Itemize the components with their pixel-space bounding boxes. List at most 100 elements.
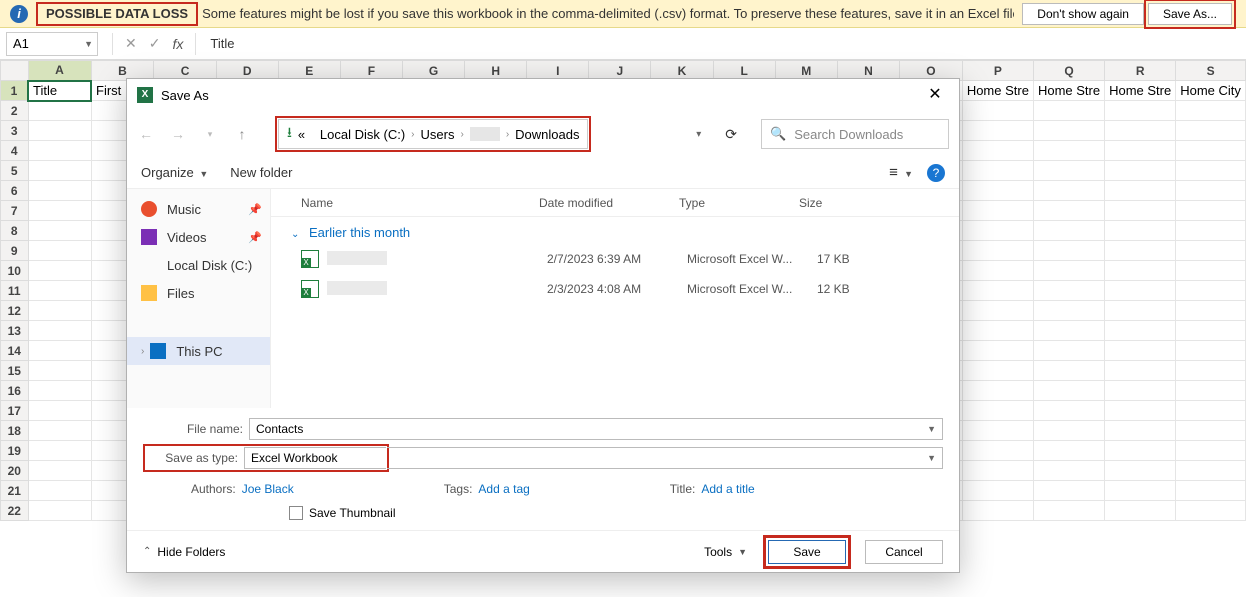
cell[interactable] [1176,321,1246,341]
column-header[interactable]: A [28,61,91,81]
cell[interactable] [1033,341,1104,361]
chevron-down-icon[interactable]: ▼ [84,39,93,49]
cell[interactable] [1176,201,1246,221]
cell[interactable] [962,381,1033,401]
row-header[interactable]: 12 [1,301,29,321]
check-icon[interactable]: ✓ [149,35,161,52]
cell[interactable] [1176,481,1246,501]
row-header[interactable]: 10 [1,261,29,281]
row-header[interactable]: 22 [1,501,29,521]
name-box[interactable]: A1 ▼ [6,32,98,56]
row-header[interactable]: 21 [1,481,29,501]
cell[interactable] [962,201,1033,221]
tools-menu[interactable]: Tools [704,545,732,559]
row-header[interactable]: 14 [1,341,29,361]
cell[interactable] [1105,401,1176,421]
cell[interactable] [1105,461,1176,481]
cell[interactable] [962,361,1033,381]
cell[interactable] [1033,181,1104,201]
cell[interactable]: Home Stre [1033,81,1104,101]
row-header[interactable]: 16 [1,381,29,401]
cell[interactable] [28,501,91,521]
tags-value[interactable]: Add a tag [478,482,529,496]
column-date[interactable]: Date modified [539,196,679,210]
cell[interactable] [962,421,1033,441]
breadcrumb[interactable]: ⭳ « Local Disk (C:) › Users › › Download… [278,119,588,149]
new-folder-button[interactable]: New folder [230,165,292,180]
cell[interactable] [1033,321,1104,341]
cell[interactable] [1033,441,1104,461]
cell[interactable] [28,361,91,381]
chevron-down-icon[interactable]: ▾ [201,129,219,140]
cell[interactable] [28,201,91,221]
cell[interactable] [962,221,1033,241]
cell[interactable] [28,341,91,361]
cell[interactable] [1105,141,1176,161]
cell[interactable] [1176,301,1246,321]
row-header[interactable]: 19 [1,441,29,461]
row-header[interactable]: 3 [1,121,29,141]
sidebar-item[interactable]: Files [127,279,270,307]
column-header[interactable]: S [1176,61,1246,81]
cell[interactable] [28,481,91,501]
search-input[interactable]: 🔍 Search Downloads [761,119,949,149]
view-mode-button[interactable]: ≡ ▼ [889,164,913,181]
row-header[interactable]: 17 [1,401,29,421]
cell[interactable] [28,421,91,441]
cell[interactable] [962,341,1033,361]
sidebar-item[interactable]: Local Disk (C:) [127,251,270,279]
cell[interactable] [1033,481,1104,501]
cell[interactable] [1176,101,1246,121]
breadcrumb-segment[interactable]: Downloads [515,127,579,142]
save-as-button[interactable]: Save As... [1148,3,1232,25]
help-icon[interactable]: ? [927,164,945,182]
row-header[interactable]: 2 [1,101,29,121]
row-header[interactable]: 20 [1,461,29,481]
cell[interactable] [1176,501,1246,521]
cell[interactable] [1105,281,1176,301]
cell[interactable] [1176,241,1246,261]
cell[interactable] [1033,461,1104,481]
save-thumbnail-checkbox[interactable] [289,506,303,520]
cell[interactable] [1033,501,1104,521]
cell[interactable] [1176,401,1246,421]
row-header[interactable]: 7 [1,201,29,221]
column-header[interactable]: Q [1033,61,1104,81]
column-size[interactable]: Size [799,196,879,210]
save-type-dropdown-left[interactable]: Excel Workbook [244,447,386,469]
file-row[interactable]: 2/7/2023 6:39 AMMicrosoft Excel W...17 K… [271,244,959,274]
sidebar-item[interactable]: Music📌 [127,195,270,223]
cell[interactable] [1105,241,1176,261]
breadcrumb-segment[interactable]: Local Disk (C:) [320,127,405,142]
cell[interactable] [962,261,1033,281]
up-icon[interactable]: ↑ [233,126,251,142]
close-icon[interactable]: ✕ [921,81,949,109]
cell[interactable] [28,381,91,401]
cell[interactable] [962,181,1033,201]
refresh-icon[interactable]: ⟳ [725,126,737,143]
cell[interactable] [1105,421,1176,441]
breadcrumb-segment[interactable]: Users [421,127,455,142]
cell[interactable] [962,481,1033,501]
cell[interactable] [1105,321,1176,341]
cell[interactable]: Title [28,81,91,101]
fx-icon[interactable]: fx [172,36,183,52]
cell[interactable] [1176,261,1246,281]
cell[interactable] [1176,161,1246,181]
cell[interactable] [962,441,1033,461]
row-header[interactable]: 11 [1,281,29,301]
cell[interactable] [1176,461,1246,481]
cell[interactable]: Home City [1176,81,1246,101]
hide-folders-toggle[interactable]: ⌃ Hide Folders [143,545,225,559]
file-group-header[interactable]: ⌄ Earlier this month [271,217,959,244]
cell[interactable] [28,461,91,481]
cell[interactable] [962,121,1033,141]
cell[interactable] [28,241,91,261]
column-header[interactable]: P [962,61,1033,81]
chevron-down-icon[interactable]: ▾ [696,129,701,140]
column-type[interactable]: Type [679,196,799,210]
cell[interactable] [1033,161,1104,181]
caret-down-icon[interactable]: ▼ [738,547,747,557]
cell[interactable] [28,321,91,341]
cell[interactable] [28,181,91,201]
